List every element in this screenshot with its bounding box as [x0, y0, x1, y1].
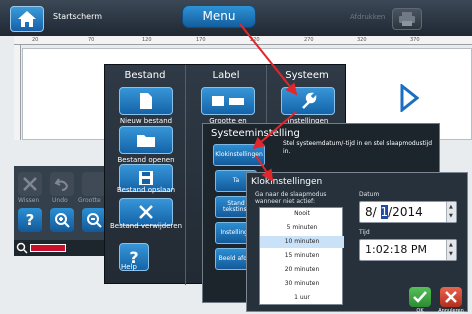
check-icon — [413, 291, 427, 303]
print-label: Afdrukken — [350, 13, 386, 21]
ruler-tick: 220 — [250, 37, 260, 43]
sleep-option[interactable]: 5 minuten — [260, 222, 344, 234]
label-size-icon — [212, 96, 244, 106]
open-file-label: Bestand openen — [117, 156, 175, 164]
clock-settings-button[interactable]: Klokinstellingen — [213, 144, 265, 166]
date-spinner[interactable]: ▲ ▼ — [446, 202, 456, 222]
panel-title: Systeeminstelling — [211, 128, 300, 139]
date-month: 8/ — [365, 205, 381, 219]
sleep-mode-list[interactable]: Nooit 5 minuten 10 minuten 15 minuten 20… — [259, 207, 344, 305]
undo-label: Undo — [52, 197, 68, 204]
new-file-label: Nieuw bestand — [119, 117, 173, 125]
ruler-tick: 270 — [304, 37, 314, 43]
ruler-tick: 370 — [410, 37, 420, 43]
horizontal-ruler: 20 70 120 170 220 270 320 370 — [14, 36, 472, 45]
zoom-out-icon — [87, 213, 102, 228]
print-button[interactable] — [392, 8, 422, 30]
sleep-option[interactable]: 15 minuten — [260, 250, 344, 262]
panel-title: Klokinstellingen — [251, 177, 323, 187]
home-icon — [18, 11, 36, 27]
time-label: Tijd — [359, 229, 370, 236]
help-label: Help — [121, 263, 137, 271]
x-icon — [445, 291, 457, 303]
help-button[interactable]: ? — [18, 208, 42, 232]
menu-button[interactable]: Menu — [182, 5, 256, 28]
cancel-button[interactable] — [440, 287, 462, 307]
sleep-option-selected[interactable]: 10 minuten — [260, 236, 344, 248]
top-bar: Startscherm Menu Afdrukken — [0, 0, 472, 36]
x-icon — [139, 205, 153, 219]
sleep-option[interactable]: 30 minuten — [260, 278, 344, 290]
ok-label: OK — [416, 308, 424, 314]
spin-up-icon[interactable]: ▲ — [449, 204, 453, 210]
sleep-option[interactable]: 1 uur — [260, 292, 344, 304]
ribbon-status-indicator — [30, 244, 66, 252]
home-button[interactable] — [10, 6, 44, 32]
ruler-tick: 20 — [32, 37, 39, 43]
app-screen: Startscherm Menu Afdrukken 20 70 120 170… — [0, 0, 472, 314]
wrench-icon — [302, 92, 317, 109]
spin-up-icon[interactable]: ▲ — [449, 242, 453, 248]
cancel-label: Annuleren — [438, 308, 464, 314]
next-arrow-icon[interactable] — [399, 84, 419, 112]
spin-down-icon[interactable]: ▼ — [449, 213, 453, 219]
label-size-button[interactable] — [201, 87, 255, 115]
ruler-tick: 170 — [196, 37, 206, 43]
date-label: Datum — [359, 191, 380, 198]
search-icon — [16, 242, 28, 254]
sleep-option[interactable]: 20 minuten — [260, 264, 344, 276]
column-divider — [185, 65, 186, 285]
date-field[interactable]: 8/ 1/2014 ▲ ▼ — [359, 201, 457, 223]
sleep-mode-label: Ga naar de slaapmodus wanneer niet actie… — [255, 191, 327, 205]
ruler-tick: 120 — [142, 37, 152, 43]
open-file-button[interactable] — [119, 126, 173, 154]
ruler-tick: 70 — [88, 37, 95, 43]
time-field[interactable]: 1:02:18 PM ▲ ▼ — [359, 239, 457, 261]
save-icon — [139, 171, 153, 185]
clock-settings-panel: Klokinstellingen Ga naar de slaapmodus w… — [246, 172, 468, 314]
zoom-in-icon — [55, 213, 70, 228]
folder-icon — [137, 135, 155, 147]
vertical-ruler — [14, 45, 21, 140]
clock-settings-description: Stel systeemdatum/-tijd in en stel slaap… — [283, 140, 433, 155]
delete-file-label: Bestand verwijderen — [109, 222, 183, 230]
delete-button[interactable] — [18, 172, 42, 196]
sleep-option[interactable]: Nooit — [260, 208, 344, 220]
x-icon — [23, 177, 37, 191]
time-value: 1:02:18 PM — [365, 243, 428, 256]
time-spinner[interactable]: ▲ ▼ — [446, 240, 456, 260]
ok-button[interactable] — [409, 287, 431, 307]
home-label: Startscherm — [53, 12, 103, 21]
printer-icon — [399, 12, 415, 26]
new-file-button[interactable] — [119, 87, 173, 115]
size-label: Grootte — [78, 197, 101, 204]
ruler-tick: 320 — [357, 37, 367, 43]
settings-button[interactable] — [281, 87, 335, 115]
spin-down-icon[interactable]: ▼ — [449, 251, 453, 257]
undo-button[interactable] — [50, 172, 74, 196]
save-file-label: Bestand opslaan — [116, 186, 176, 194]
tool-area: Wissen Undo Grootte ? — [14, 166, 114, 240]
column-header-bestand: Bestand — [124, 70, 166, 81]
delete-label: Wissen — [18, 197, 40, 204]
document-icon — [140, 93, 152, 109]
zoom-in-button[interactable] — [50, 208, 74, 232]
column-header-label: Label — [212, 70, 240, 81]
column-header-systeem: Systeem — [285, 70, 329, 81]
date-day-selected[interactable]: 1 — [380, 205, 389, 219]
date-year: /2014 — [388, 205, 423, 219]
undo-icon — [54, 178, 69, 191]
